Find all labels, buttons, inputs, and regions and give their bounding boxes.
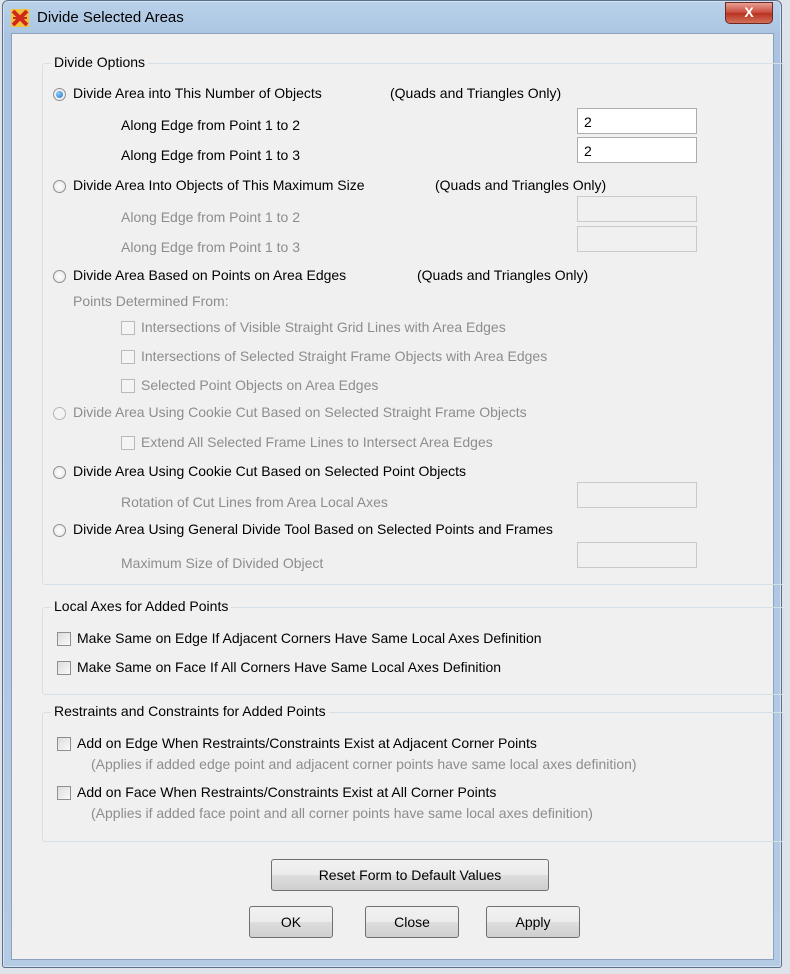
close-button[interactable]: Close: [365, 906, 459, 938]
checkbox-restraints-face-label: Add on Face When Restraints/Constraints …: [77, 784, 497, 800]
opt1-edge12-label: Along Edge from Point 1 to 2: [121, 117, 300, 133]
checkbox-restraints-edge[interactable]: [57, 737, 71, 751]
max-divided-size-label: Maximum Size of Divided Object: [121, 555, 324, 571]
checkbox-same-on-face-label: Make Same on Face If All Corners Have Sa…: [77, 659, 502, 675]
local-axes-legend: Local Axes for Added Points: [51, 598, 232, 614]
close-window-button[interactable]: X: [725, 2, 773, 24]
rotation-cut-lines-label: Rotation of Cut Lines from Area Local Ax…: [121, 494, 388, 510]
window-title: Divide Selected Areas: [37, 9, 184, 26]
opt2-edge12-input[interactable]: [577, 196, 697, 222]
radio-divide-edge-points-label: Divide Area Based on Points on Area Edge…: [73, 267, 347, 283]
radio-cookie-cut-frames-label: Divide Area Using Cookie Cut Based on Se…: [73, 404, 527, 420]
checkbox-grid-intersections[interactable]: [121, 321, 135, 335]
radio-divide-number-label: Divide Area into This Number of Objects: [73, 85, 322, 101]
radio-divide-max-size-label: Divide Area Into Objects of This Maximum…: [73, 177, 365, 193]
rotation-cut-lines-input[interactable]: [577, 482, 697, 508]
dialog-window: Divide Selected Areas X Divide Options D…: [2, 0, 784, 968]
radio-divide-edge-points[interactable]: [53, 270, 66, 283]
opt1-edge13-input[interactable]: 2: [577, 137, 697, 163]
radio-general-divide-label: Divide Area Using General Divide Tool Ba…: [73, 521, 553, 537]
checkbox-point-objects-label: Selected Point Objects on Area Edges: [141, 377, 379, 393]
quads-triangles-note: (Quads and Triangles Only): [435, 177, 607, 193]
checkbox-same-on-edge[interactable]: [57, 632, 71, 646]
max-divided-size-input[interactable]: [577, 542, 697, 568]
radio-cookie-cut-points-label: Divide Area Using Cookie Cut Based on Se…: [73, 463, 466, 479]
radio-divide-max-size[interactable]: [53, 180, 66, 193]
checkbox-extend-frame-lines[interactable]: [121, 436, 135, 450]
quads-triangles-note: (Quads and Triangles Only): [390, 85, 562, 101]
restraints-group: Restraints and Constraints for Added Poi…: [42, 703, 784, 842]
checkbox-same-on-edge-label: Make Same on Edge If Adjacent Corners Ha…: [77, 630, 542, 646]
divide-options-group: Divide Options Divide Area into This Num…: [42, 54, 784, 585]
ok-button[interactable]: OK: [249, 906, 333, 938]
radio-general-divide[interactable]: [53, 524, 66, 537]
divide-options-legend: Divide Options: [51, 54, 149, 70]
opt2-edge13-input[interactable]: [577, 226, 697, 252]
checkbox-frame-intersections[interactable]: [121, 350, 135, 364]
restraints-edge-note: (Applies if added edge point and adjacen…: [91, 756, 637, 772]
app-icon: [11, 9, 29, 27]
checkbox-frame-intersections-label: Intersections of Selected Straight Frame…: [141, 348, 548, 364]
checkbox-restraints-edge-label: Add on Edge When Restraints/Constraints …: [77, 735, 537, 751]
checkbox-restraints-face[interactable]: [57, 786, 71, 800]
title-bar[interactable]: Divide Selected Areas X: [3, 1, 781, 33]
opt2-edge12-label: Along Edge from Point 1 to 2: [121, 209, 300, 225]
close-icon: X: [744, 4, 754, 20]
points-determined-from-label: Points Determined From:: [73, 293, 229, 309]
apply-button[interactable]: Apply: [486, 906, 580, 938]
checkbox-extend-frame-lines-label: Extend All Selected Frame Lines to Inter…: [141, 434, 493, 450]
quads-triangles-note: (Quads and Triangles Only): [417, 267, 589, 283]
checkbox-grid-intersections-label: Intersections of Visible Straight Grid L…: [141, 319, 506, 335]
restraints-legend: Restraints and Constraints for Added Poi…: [51, 703, 329, 719]
local-axes-group: Local Axes for Added Points Make Same on…: [42, 598, 784, 695]
radio-cookie-cut-frames[interactable]: [53, 407, 66, 420]
checkbox-point-objects[interactable]: [121, 379, 135, 393]
restraints-face-note: (Applies if added face point and all cor…: [91, 805, 593, 821]
dialog-client-area: Divide Options Divide Area into This Num…: [11, 33, 784, 960]
opt1-edge13-label: Along Edge from Point 1 to 3: [121, 147, 300, 163]
radio-cookie-cut-points[interactable]: [53, 466, 66, 479]
checkbox-same-on-face[interactable]: [57, 661, 71, 675]
reset-defaults-button[interactable]: Reset Form to Default Values: [271, 859, 549, 891]
opt2-edge13-label: Along Edge from Point 1 to 3: [121, 239, 300, 255]
opt1-edge12-input[interactable]: 2: [577, 108, 697, 134]
radio-divide-number[interactable]: [53, 88, 66, 101]
